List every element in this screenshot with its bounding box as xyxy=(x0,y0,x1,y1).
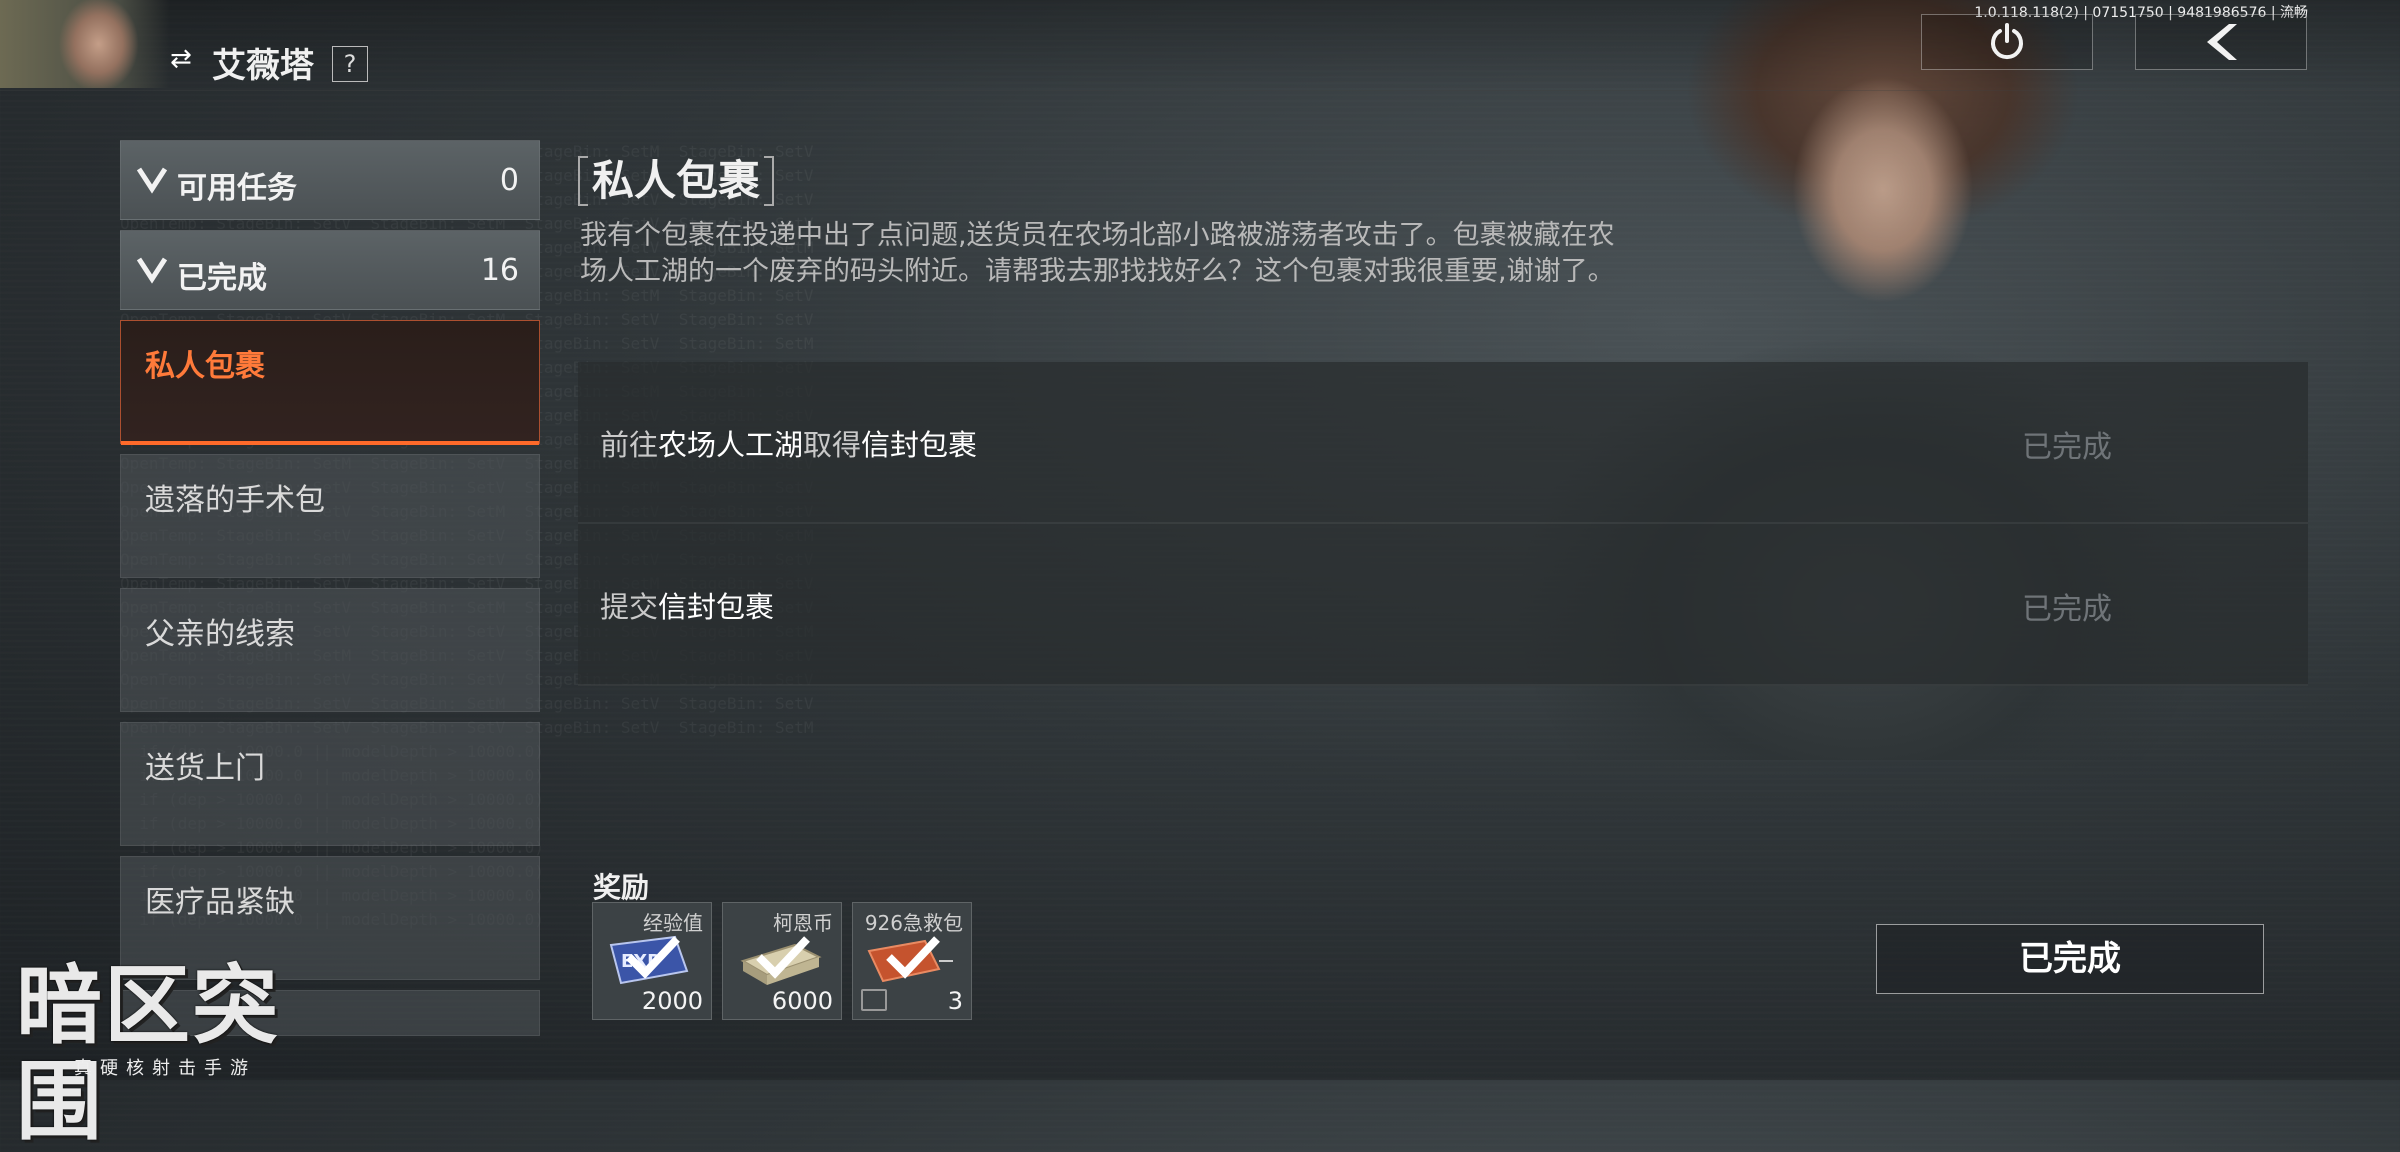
chevron-down-icon xyxy=(137,257,167,284)
power-icon xyxy=(1991,23,2023,60)
help-icon[interactable]: ? xyxy=(332,46,368,82)
objective-verb: 取得 xyxy=(803,428,862,462)
checkmark-icon xyxy=(626,936,680,979)
reward-item-medkit[interactable]: 926急救包 3 xyxy=(852,902,972,1020)
logo-subtitle: 真硬核射击手游 xyxy=(74,1058,256,1079)
quest-item-home-delivery[interactable]: 送货上门 xyxy=(120,722,540,846)
rewards-list: EXP 经验值 2000 柯恩币 6000 926急救包 3 xyxy=(592,902,972,1020)
character-avatar[interactable] xyxy=(0,0,170,88)
complete-button[interactable]: 已完成 xyxy=(1876,924,2264,994)
top-bar: ⇄ 艾薇塔 ? 1.0.118.118(2) | 07151750 | 9481… xyxy=(0,0,2400,91)
quest-item-fathers-clue[interactable]: 父亲的线索 xyxy=(120,588,540,712)
reward-count: 3 xyxy=(947,987,963,1015)
quest-description: 我有个包裹在投递中出了点问题,送货员在农场北部小路被游荡者攻击了。包裹被藏在农场… xyxy=(580,220,1615,287)
quest-label: 送货上门 xyxy=(145,751,265,786)
quest-item-lost-surgery-kit[interactable]: 遗落的手术包 xyxy=(120,454,540,578)
game-logo: 暗区突围 真硬核射击手游 xyxy=(10,958,360,1150)
reward-count: 6000 xyxy=(771,987,833,1015)
power-button[interactable] xyxy=(1921,14,2093,70)
quest-label: 父亲的线索 xyxy=(145,617,295,652)
reward-name: 柯恩币 xyxy=(773,911,833,935)
quest-sidebar: 可用任务 0 已完成 16 私人包裹 遗落的手术包 父亲的线索 送货上门 医疗品… xyxy=(120,140,540,1046)
reward-item-exp[interactable]: EXP 经验值 2000 xyxy=(592,902,712,1020)
objective-text: 前往农场人工湖取得信封包裹 xyxy=(600,422,977,464)
back-icon xyxy=(2207,24,2237,60)
quest-label: 遗落的手术包 xyxy=(145,483,325,518)
objective-item: 信封包裹 xyxy=(658,590,775,624)
chevron-down-icon xyxy=(137,167,167,194)
checkmark-icon xyxy=(886,936,940,979)
category-count: 16 xyxy=(480,253,519,288)
objective-row: 前往农场人工湖取得信封包裹 已完成 xyxy=(578,362,2308,524)
category-available[interactable]: 可用任务 0 xyxy=(120,140,540,220)
objectives-list: 前往农场人工湖取得信封包裹 已完成 提交信封包裹 已完成 xyxy=(578,362,2308,686)
objective-status: 已完成 xyxy=(2022,592,2112,627)
category-label: 可用任务 xyxy=(177,171,297,206)
objective-verb: 前往 xyxy=(600,428,659,462)
objective-item: 信封包裹 xyxy=(861,428,978,462)
rewards-title: 奖励 xyxy=(593,871,650,904)
reward-name: 经验值 xyxy=(643,911,703,935)
category-count: 0 xyxy=(499,163,519,198)
quest-item-private-package[interactable]: 私人包裹 xyxy=(120,320,540,445)
storage-box-icon xyxy=(861,989,887,1011)
checkmark-icon xyxy=(756,936,810,979)
quest-title: 私人包裹 xyxy=(578,156,775,206)
quest-title-wrap: 私人包裹 xyxy=(578,156,775,206)
category-completed[interactable]: 已完成 16 xyxy=(120,230,540,310)
character-name: 艾薇塔 xyxy=(212,46,314,86)
back-button[interactable] xyxy=(2135,14,2307,70)
objective-text: 提交信封包裹 xyxy=(600,584,774,626)
reward-count: 2000 xyxy=(641,987,703,1015)
objective-location: 农场人工湖 xyxy=(658,428,804,462)
objective-status: 已完成 xyxy=(2022,430,2112,465)
reward-item-coin[interactable]: 柯恩币 6000 xyxy=(722,902,842,1020)
category-label: 已完成 xyxy=(177,261,267,296)
quest-label: 私人包裹 xyxy=(145,349,265,384)
quest-label: 医疗品紧缺 xyxy=(145,885,295,920)
swap-icon[interactable]: ⇄ xyxy=(170,44,202,74)
objective-row: 提交信封包裹 已完成 xyxy=(578,524,2308,686)
objective-verb: 提交 xyxy=(600,590,659,624)
reward-name: 926急救包 xyxy=(864,911,963,935)
